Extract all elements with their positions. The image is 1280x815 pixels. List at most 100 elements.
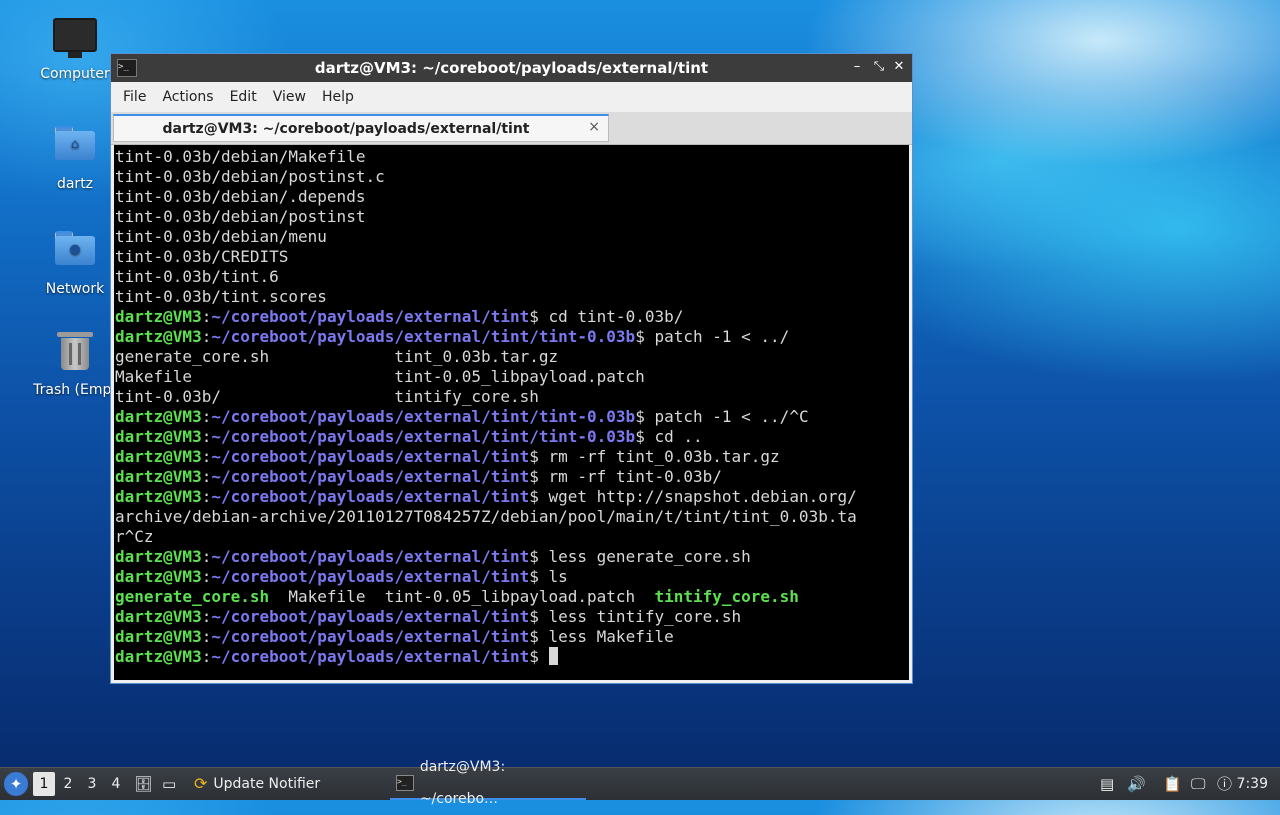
volume-icon[interactable]: 🔊 <box>1127 768 1146 800</box>
executable-file: tintify_core.sh <box>654 587 799 606</box>
terminal-line: dartz@VM3:~/coreboot/payloads/external/t… <box>115 547 751 566</box>
text-cursor <box>548 647 558 665</box>
workspace-2[interactable]: 2 <box>57 768 79 800</box>
menu-edit[interactable]: Edit <box>222 89 265 105</box>
prompt-path: ~/coreboot/payloads/external/tint <box>211 627 530 646</box>
minimize-icon[interactable]: – <box>848 58 866 76</box>
workspace-4[interactable]: 4 <box>105 768 127 800</box>
terminal-task-icon: >_ <box>396 775 414 791</box>
terminal-line: Makefile tint-0.05_libpayload.patch <box>115 367 645 386</box>
terminal-line: r^Cz <box>115 527 154 546</box>
menu-help[interactable]: Help <box>314 89 362 105</box>
prompt-user: dartz@VM3 <box>115 407 202 426</box>
prompt-user: dartz@VM3 <box>115 427 202 446</box>
prompt-user: dartz@VM3 <box>115 487 202 506</box>
tab-close-icon[interactable]: × <box>588 119 600 135</box>
workspace-3[interactable]: 3 <box>81 768 103 800</box>
terminal-line: generate_core.sh tint_0.03b.tar.gz <box>115 347 559 366</box>
notification-icon[interactable]: ⓘ <box>1217 768 1232 800</box>
executable-file: generate_core.sh <box>115 587 270 606</box>
prompt-user: dartz@VM3 <box>115 467 202 486</box>
window-title: dartz@VM3: ~/coreboot/payloads/external/… <box>314 59 709 77</box>
file-manager-launcher-icon[interactable]: 🗄 <box>134 768 153 800</box>
command-text: $ less Makefile <box>529 627 674 646</box>
terminal-line: tint-0.03b/ tintify_core.sh <box>115 387 539 406</box>
terminal-line: tint-0.03b/debian/postinst.c <box>115 167 385 186</box>
command-text: $ patch -1 < ../^C <box>635 407 809 426</box>
command-text: $ less tintify_core.sh <box>529 607 742 626</box>
prompt-path: ~/coreboot/payloads/external/tint <box>211 447 530 466</box>
terminal-line: tint-0.03b/tint.6 <box>115 267 279 286</box>
terminal-line: dartz@VM3:~/coreboot/payloads/external/t… <box>115 627 674 646</box>
prompt-path: ~/coreboot/payloads/external/tint <box>211 607 530 626</box>
terminal-line: dartz@VM3:~/coreboot/payloads/external/t… <box>115 407 809 426</box>
terminal-line: dartz@VM3:~/coreboot/payloads/external/t… <box>115 647 909 667</box>
network-icon[interactable]: 🖵 <box>1191 768 1205 800</box>
menu-file[interactable]: File <box>115 89 154 105</box>
command-text: $ wget http://snapshot.debian.org/ <box>529 487 857 506</box>
command-text: $ cd .. <box>635 427 703 446</box>
prompt-path: ~/coreboot/payloads/external/tint/tint-0… <box>211 407 636 426</box>
prompt-user: dartz@VM3 <box>115 647 202 666</box>
prompt-user: dartz@VM3 <box>115 547 202 566</box>
prompt-path: ~/coreboot/payloads/external/tint <box>211 567 530 586</box>
terminal-line: generate_core.sh Makefile tint-0.05_libp… <box>115 587 799 606</box>
command-text: $ less generate_core.sh <box>529 547 751 566</box>
prompt-user: dartz@VM3 <box>115 307 202 326</box>
terminal-line: dartz@VM3:~/coreboot/payloads/external/t… <box>115 447 780 466</box>
home-folder-icon: ⌂ <box>53 126 97 170</box>
prompt-user: dartz@VM3 <box>115 567 202 586</box>
terminal-line: tint-0.03b/debian/menu <box>115 227 327 246</box>
command-text: $ rm -rf tint_0.03b.tar.gz <box>529 447 780 466</box>
tab-label: dartz@VM3: ~/coreboot/payloads/external/… <box>162 121 530 137</box>
command-text: $ ls <box>529 567 568 586</box>
terminal-window: >_ dartz@VM3: ~/coreboot/payloads/extern… <box>110 53 913 684</box>
clipboard-icon[interactable]: 📋 <box>1163 768 1182 800</box>
terminal-line: dartz@VM3:~/coreboot/payloads/external/t… <box>115 307 684 326</box>
prompt-path: ~/coreboot/payloads/external/tint <box>211 647 530 666</box>
maximize-icon[interactable]: ⤡ <box>870 58 888 76</box>
command-text: $ <box>529 647 549 666</box>
terminal-line: tint-0.03b/debian/.depends <box>115 187 366 206</box>
prompt-path: ~/coreboot/payloads/external/tint <box>211 307 530 326</box>
task-label: dartz@VM3: ~/corebo… <box>419 759 506 807</box>
task-label: Update Notifier <box>213 776 321 792</box>
close-icon[interactable]: ✕ <box>890 58 908 76</box>
terminal-text: tint-0.03b/debian/Makefile tint-0.03b/deb… <box>114 145 909 667</box>
clock: 7:39 <box>1236 776 1268 792</box>
taskbar: ✦ 1 2 3 4 🗄 ▭ ⟳ Update Notifier >_ dartz… <box>0 759 1280 807</box>
update-notifier-icon: ⟳ <box>194 774 208 793</box>
terminal-line: dartz@VM3:~/coreboot/payloads/external/t… <box>115 567 568 586</box>
terminal-line: dartz@VM3:~/coreboot/payloads/external/t… <box>115 427 703 446</box>
prompt-user: dartz@VM3 <box>115 627 202 646</box>
terminal-line: dartz@VM3:~/coreboot/payloads/external/t… <box>115 467 722 486</box>
prompt-path: ~/coreboot/payloads/external/tint/tint-0… <box>211 427 636 446</box>
task-terminal[interactable]: >_ dartz@VM3: ~/corebo… <box>390 759 586 807</box>
terminal-line: dartz@VM3:~/coreboot/payloads/external/t… <box>115 607 742 626</box>
prompt-path: ~/coreboot/payloads/external/tint <box>211 467 530 486</box>
workspace-1[interactable]: 1 <box>33 772 55 796</box>
terminal-line: dartz@VM3:~/coreboot/payloads/external/t… <box>115 487 857 506</box>
command-text: $ cd tint-0.03b/ <box>529 307 684 326</box>
terminal-line: tint-0.03b/debian/Makefile <box>115 147 366 166</box>
battery-icon[interactable]: ▤ <box>1100 768 1114 800</box>
window-titlebar[interactable]: >_ dartz@VM3: ~/coreboot/payloads/extern… <box>111 54 912 82</box>
menu-actions[interactable]: Actions <box>154 89 221 105</box>
network-folder-icon: ● <box>53 231 97 275</box>
prompt-path: ~/coreboot/payloads/external/tint <box>211 547 530 566</box>
terminal-line: tint-0.03b/CREDITS <box>115 247 289 266</box>
computer-icon <box>53 16 97 60</box>
task-update-notifier[interactable]: ⟳ Update Notifier <box>194 768 320 800</box>
prompt-user: dartz@VM3 <box>115 327 202 346</box>
start-menu-button[interactable]: ✦ <box>4 772 28 796</box>
show-desktop-icon[interactable]: ▭ <box>162 768 176 800</box>
menu-view[interactable]: View <box>265 89 314 105</box>
terminal-line: dartz@VM3:~/coreboot/payloads/external/t… <box>115 327 790 346</box>
command-text: $ rm -rf tint-0.03b/ <box>529 467 722 486</box>
trash-icon <box>53 332 97 376</box>
tab-terminal[interactable]: dartz@VM3: ~/coreboot/payloads/external/… <box>113 114 609 142</box>
prompt-path: ~/coreboot/payloads/external/tint/tint-0… <box>211 327 636 346</box>
tab-bar: dartz@VM3: ~/coreboot/payloads/external/… <box>111 112 912 145</box>
terminal-output[interactable]: tint-0.03b/debian/Makefile tint-0.03b/deb… <box>114 145 909 680</box>
prompt-user: dartz@VM3 <box>115 607 202 626</box>
